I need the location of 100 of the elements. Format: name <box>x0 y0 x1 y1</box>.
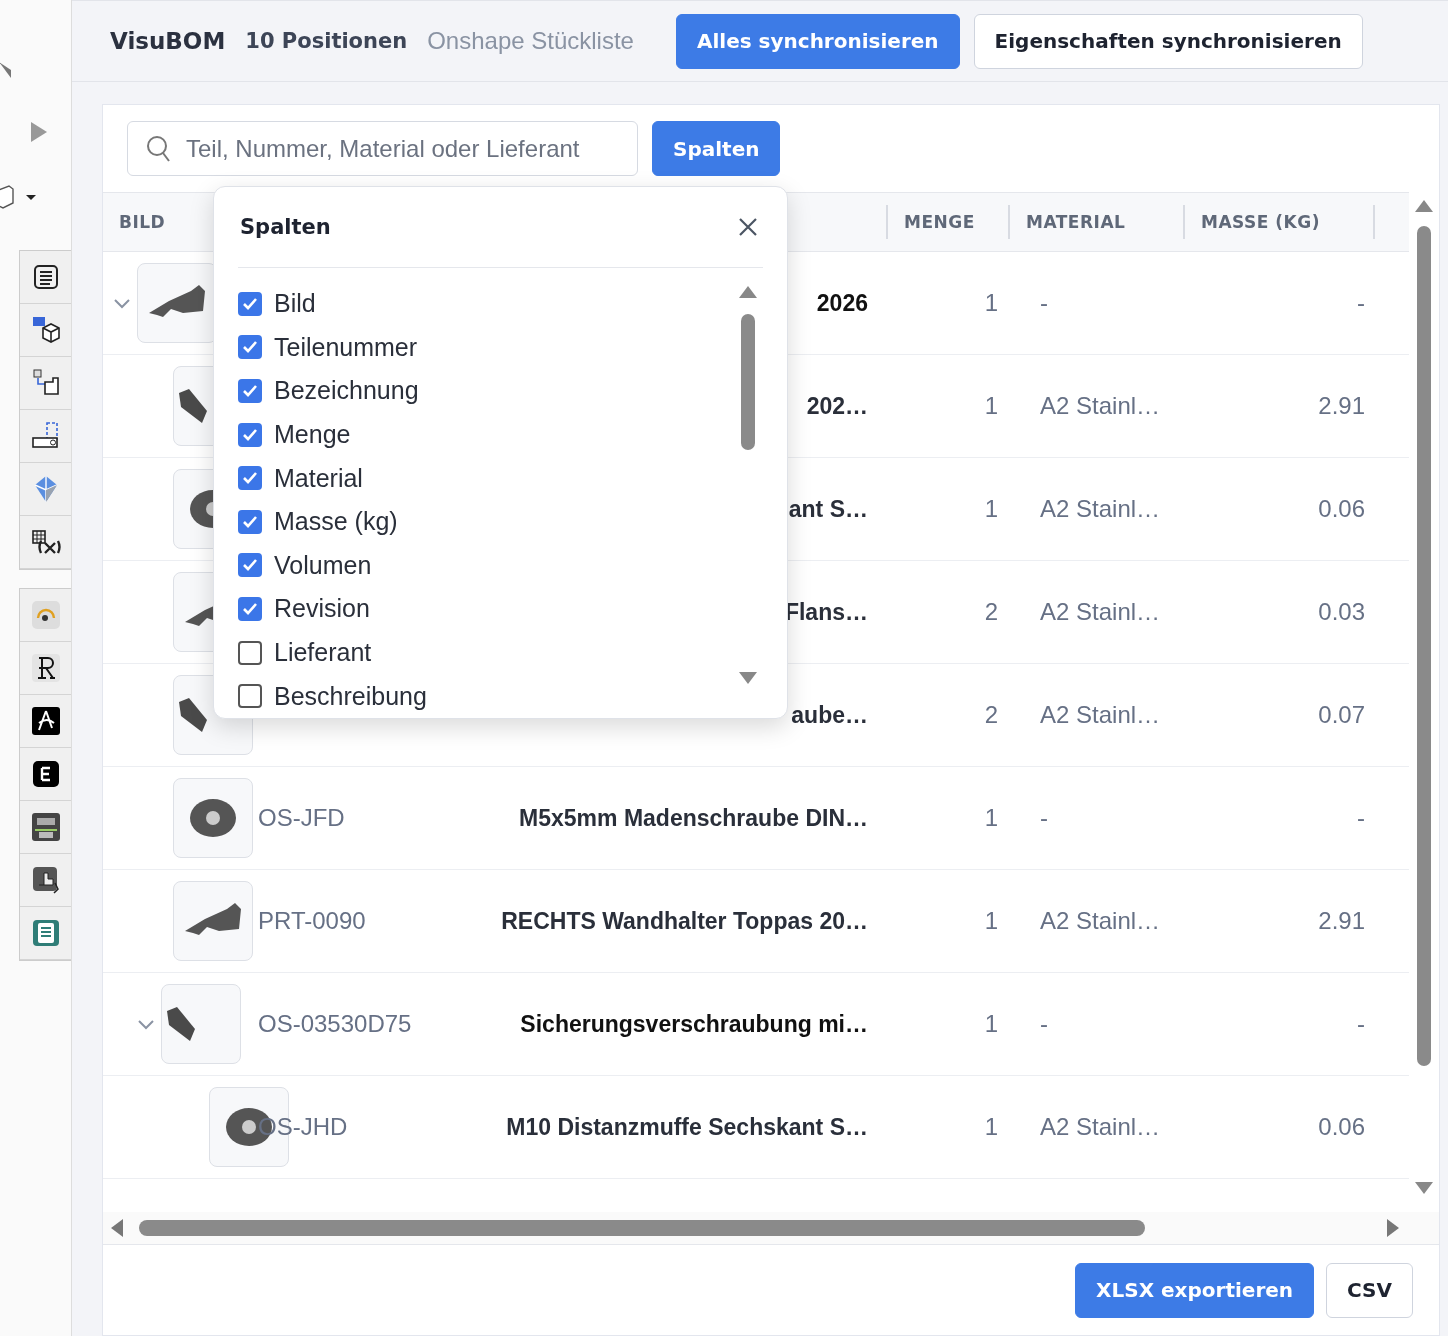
checkbox[interactable] <box>238 684 262 709</box>
parts-icon <box>30 368 61 398</box>
check-icon <box>242 514 258 529</box>
mass: 2.91 <box>1317 907 1366 935</box>
part-description: RECHTS Wandhalter Toppas 20… <box>500 907 869 935</box>
quantity: 2 <box>983 701 999 729</box>
popup-scrollbar-drawing[interactable] <box>738 286 758 686</box>
quantity: 1 <box>983 804 999 832</box>
column-option: Beschreibung <box>274 681 427 711</box>
mass: 0.06 <box>1317 495 1366 523</box>
check-icon <box>242 471 258 486</box>
cube-table-icon <box>30 315 61 345</box>
material: - <box>1039 804 1049 832</box>
hand-box-icon <box>30 865 61 895</box>
part-description: ant S… <box>787 495 869 523</box>
column-option: Revision <box>274 594 370 624</box>
page-subtitle: Onshape Stückliste <box>427 27 634 55</box>
material: - <box>1039 289 1049 317</box>
part-drawing <box>167 1007 195 1041</box>
sync-button[interactable]: Alles synchronisieren <box>675 13 960 69</box>
quantity: 2 <box>983 598 999 626</box>
column-header[interactable]: MENGE <box>888 212 975 232</box>
part-description: aube… <box>790 701 869 729</box>
checkbox[interactable] <box>238 509 262 534</box>
mass: 2.91 <box>1317 392 1366 420</box>
column-option: Lieferant <box>274 638 372 668</box>
checkbox[interactable] <box>238 422 262 447</box>
material: - <box>1039 1010 1049 1038</box>
mass: 0.03 <box>1317 598 1366 626</box>
search-field[interactable]: Teil, Nummer, Material oder Lieferant <box>127 121 638 176</box>
quantity: 1 <box>983 1010 999 1038</box>
check-icon <box>242 340 258 355</box>
columns-button[interactable]: Spalten <box>652 121 781 176</box>
checkbox[interactable] <box>238 379 262 403</box>
check-icon <box>242 427 258 442</box>
part-drawing <box>179 698 207 732</box>
material: A2 Stainl… <box>1039 392 1162 420</box>
part-description: 202… <box>805 392 869 420</box>
material: A2 Stainl… <box>1039 598 1162 626</box>
quantity: 1 <box>983 907 999 935</box>
quantity: 1 <box>983 289 999 317</box>
column-option: Material <box>274 463 363 493</box>
part-description: M10 Distanzmuffe Sechskant S… <box>505 1113 869 1141</box>
part-description: Flans… <box>783 598 869 626</box>
horizontal-scrollbar-drawing[interactable] <box>111 1218 1401 1238</box>
checkbox[interactable] <box>238 640 262 665</box>
checklist-icon <box>30 918 61 948</box>
mass: 0.07 <box>1317 701 1366 729</box>
material: A2 Stainl… <box>1039 907 1162 935</box>
checkbox[interactable] <box>238 335 262 360</box>
checkbox[interactable] <box>238 291 262 316</box>
material: A2 Stainl… <box>1039 495 1162 523</box>
checkbox[interactable] <box>238 466 262 491</box>
sync-button[interactable]: Eigenschaften synchronisieren <box>973 13 1363 69</box>
compass-icon <box>30 706 61 736</box>
cube-dropdown-icon[interactable] <box>0 184 39 210</box>
part-number: OS-03530D75 <box>258 1010 413 1038</box>
material: A2 Stainl… <box>1039 701 1162 729</box>
gauge-icon <box>30 600 61 630</box>
check-icon <box>242 296 258 311</box>
play-icon[interactable] <box>29 120 49 144</box>
popup-title: Spalten <box>240 215 331 239</box>
machine-icon <box>30 812 61 842</box>
quantity: 1 <box>983 392 999 420</box>
e-block-icon <box>30 759 61 789</box>
column-option: Bild <box>274 289 316 319</box>
export-button[interactable]: CSV <box>1326 1262 1413 1318</box>
column-header[interactable]: MATERIAL <box>1010 212 1126 232</box>
quantity: 1 <box>983 495 999 523</box>
close-icon <box>737 216 759 238</box>
column-option: Masse (kg) <box>274 507 398 537</box>
check-icon <box>242 384 258 398</box>
mass: - <box>1356 804 1366 832</box>
part-number: PRT-0090 <box>258 907 367 935</box>
checkbox[interactable] <box>238 553 262 578</box>
part-drawing <box>179 389 207 423</box>
search-icon <box>146 134 172 163</box>
part-description: 2026 <box>815 289 869 317</box>
column-option: Volumen <box>274 550 372 580</box>
letter-icon <box>30 653 61 683</box>
column-header[interactable]: MASSE (KG) <box>1185 212 1320 232</box>
part-number: OS-JFD <box>258 804 346 832</box>
app-name: VisuBOM <box>110 28 226 54</box>
quantity: 1 <box>983 1113 999 1141</box>
part-frame-icon <box>30 421 61 451</box>
export-button[interactable]: XLSX exportieren <box>1075 1262 1315 1318</box>
mass: - <box>1356 1010 1366 1038</box>
checkbox[interactable] <box>238 596 262 621</box>
check-icon <box>242 558 258 573</box>
check-icon <box>242 601 258 616</box>
part-description: Sicherungsverschraubung mi… <box>519 1010 869 1038</box>
part-description: M5x5mm Madenschraube DIN… <box>518 804 869 832</box>
mass: 0.06 <box>1317 1113 1366 1141</box>
column-option: Bezeichnung <box>274 376 419 406</box>
column-option: Menge <box>274 420 351 450</box>
arrow-icon <box>0 60 13 80</box>
position-count: 10 Positionen <box>245 29 408 53</box>
material: A2 Stainl… <box>1039 1113 1162 1141</box>
column-option: Teilenummer <box>274 332 418 362</box>
mass: - <box>1356 289 1366 317</box>
